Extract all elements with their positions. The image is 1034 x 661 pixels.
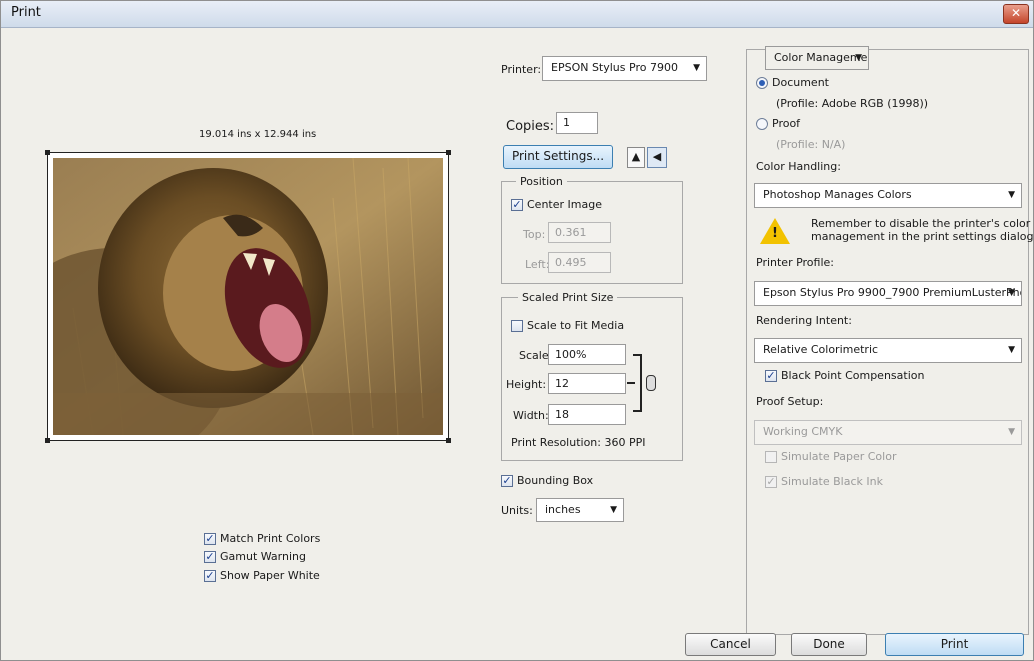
black-point-compensation-label: Black Point Compensation — [781, 369, 925, 382]
rendering-intent-label: Rendering Intent: — [756, 314, 852, 327]
dropdown-arrow-icon: ▼ — [1008, 345, 1015, 355]
document-profile: (Profile: Adobe RGB (1998)) — [776, 97, 929, 110]
simulate-paper-color-label: Simulate Paper Color — [781, 450, 897, 463]
height-input[interactable]: 12 — [548, 373, 626, 394]
cancel-button[interactable]: Cancel — [685, 633, 776, 656]
resize-handle[interactable] — [446, 150, 451, 155]
color-handling-label: Color Handling: — [756, 160, 841, 173]
top-label: Top: — [523, 228, 546, 241]
resize-handle[interactable] — [45, 438, 50, 443]
top-input[interactable]: 0.361 — [548, 222, 611, 243]
printer-profile-select[interactable]: Epson Stylus Pro 9900_7900 PremiumLuster… — [754, 281, 1022, 306]
height-label: Height: — [506, 378, 547, 391]
scale-to-fit-checkbox[interactable] — [511, 320, 523, 332]
proof-setup-select[interactable]: Working CMYK ▼ — [754, 420, 1022, 445]
gamut-warning-checkbox[interactable]: ✓ — [204, 551, 216, 563]
chain-link-icon[interactable] — [646, 375, 656, 391]
copies-label: Copies: — [506, 119, 555, 134]
resize-handle[interactable] — [45, 150, 50, 155]
left-label: Left: — [525, 258, 550, 271]
dropdown-arrow-icon: ▼ — [855, 53, 862, 63]
center-image-label: Center Image — [527, 198, 602, 211]
page-dimensions: 19.014 ins x 12.944 ins — [199, 129, 317, 140]
left-input[interactable]: 0.495 — [548, 252, 611, 273]
dropdown-arrow-icon: ▼ — [693, 63, 700, 73]
title-bar: Print ✕ — [1, 1, 1033, 28]
proof-setup-label: Proof Setup: — [756, 395, 824, 408]
black-point-compensation-checkbox[interactable]: ✓ — [765, 370, 777, 382]
landscape-orientation-icon[interactable]: ◀ — [647, 147, 667, 168]
print-button[interactable]: Print — [885, 633, 1024, 656]
match-print-colors-label: Match Print Colors — [220, 532, 321, 545]
proof-radio[interactable] — [756, 118, 768, 130]
scaled-print-size-title: Scaled Print Size — [518, 291, 618, 304]
dropdown-arrow-icon: ▼ — [610, 505, 617, 515]
width-label: Width: — [513, 409, 549, 422]
printer-profile-value: Epson Stylus Pro 9900_7900 PremiumLuster… — [763, 286, 1022, 299]
print-dialog: Print ✕ 19.014 ins x 12.944 ins ✓ Match … — [0, 0, 1034, 661]
copies-input[interactable]: 1 — [556, 112, 598, 134]
printer-label: Printer: — [501, 63, 542, 76]
window-title: Print — [11, 5, 41, 20]
proof-label: Proof — [772, 117, 801, 130]
resize-handle[interactable] — [446, 438, 451, 443]
warning-text-line1: Remember to disable the printer's color — [811, 217, 1031, 230]
units-select[interactable]: inches ▼ — [536, 498, 624, 522]
units-value: inches — [545, 503, 581, 516]
rendering-intent-select[interactable]: Relative Colorimetric ▼ — [754, 338, 1022, 363]
document-label: Document — [772, 76, 829, 89]
simulate-paper-color-checkbox[interactable] — [765, 451, 777, 463]
center-image-checkbox[interactable]: ✓ — [511, 199, 523, 211]
print-settings-button[interactable]: Print Settings... — [503, 145, 613, 169]
close-icon[interactable]: ✕ — [1003, 4, 1029, 24]
color-handling-select[interactable]: Photoshop Manages Colors ▼ — [754, 183, 1022, 208]
color-management-menu[interactable]: Color Management ▼ — [765, 46, 869, 70]
done-button[interactable]: Done — [791, 633, 867, 656]
print-resolution: Print Resolution: 360 PPI — [511, 436, 646, 449]
gamut-warning-label: Gamut Warning — [220, 550, 306, 563]
units-label: Units: — [501, 504, 533, 517]
portrait-orientation-icon[interactable]: ▲ — [627, 147, 645, 168]
bounding-box-checkbox[interactable]: ✓ — [501, 475, 513, 487]
proof-profile: (Profile: N/A) — [776, 138, 846, 151]
proof-setup-value: Working CMYK — [763, 425, 843, 438]
dropdown-arrow-icon: ▼ — [1008, 190, 1015, 200]
printer-value: EPSON Stylus Pro 7900 — [551, 61, 678, 74]
print-preview[interactable] — [45, 150, 451, 443]
rendering-intent-value: Relative Colorimetric — [763, 343, 879, 356]
bounding-box-label: Bounding Box — [517, 474, 594, 487]
printer-select[interactable]: EPSON Stylus Pro 7900 ▼ — [542, 56, 707, 81]
preview-image — [53, 158, 443, 435]
simulate-black-ink-label: Simulate Black Ink — [781, 475, 883, 488]
scale-to-fit-label: Scale to Fit Media — [527, 319, 625, 332]
show-paper-white-label: Show Paper White — [220, 569, 320, 582]
simulate-black-ink-checkbox[interactable]: ✓ — [765, 476, 777, 488]
color-handling-value: Photoshop Manages Colors — [763, 188, 912, 201]
scale-input[interactable]: 100% — [548, 344, 626, 365]
warning-icon-mark: ! — [772, 226, 778, 241]
document-radio[interactable] — [756, 77, 768, 89]
constrain-bracket — [627, 382, 635, 384]
warning-text-line2: management in the print settings dialog … — [811, 230, 1034, 243]
width-input[interactable]: 18 — [548, 404, 626, 425]
position-title: Position — [516, 175, 567, 188]
dropdown-arrow-icon: ▼ — [1008, 427, 1015, 437]
dropdown-arrow-icon: ▼ — [1008, 288, 1015, 298]
show-paper-white-checkbox[interactable]: ✓ — [204, 570, 216, 582]
printer-profile-label: Printer Profile: — [756, 256, 834, 269]
match-print-colors-checkbox[interactable]: ✓ — [204, 533, 216, 545]
